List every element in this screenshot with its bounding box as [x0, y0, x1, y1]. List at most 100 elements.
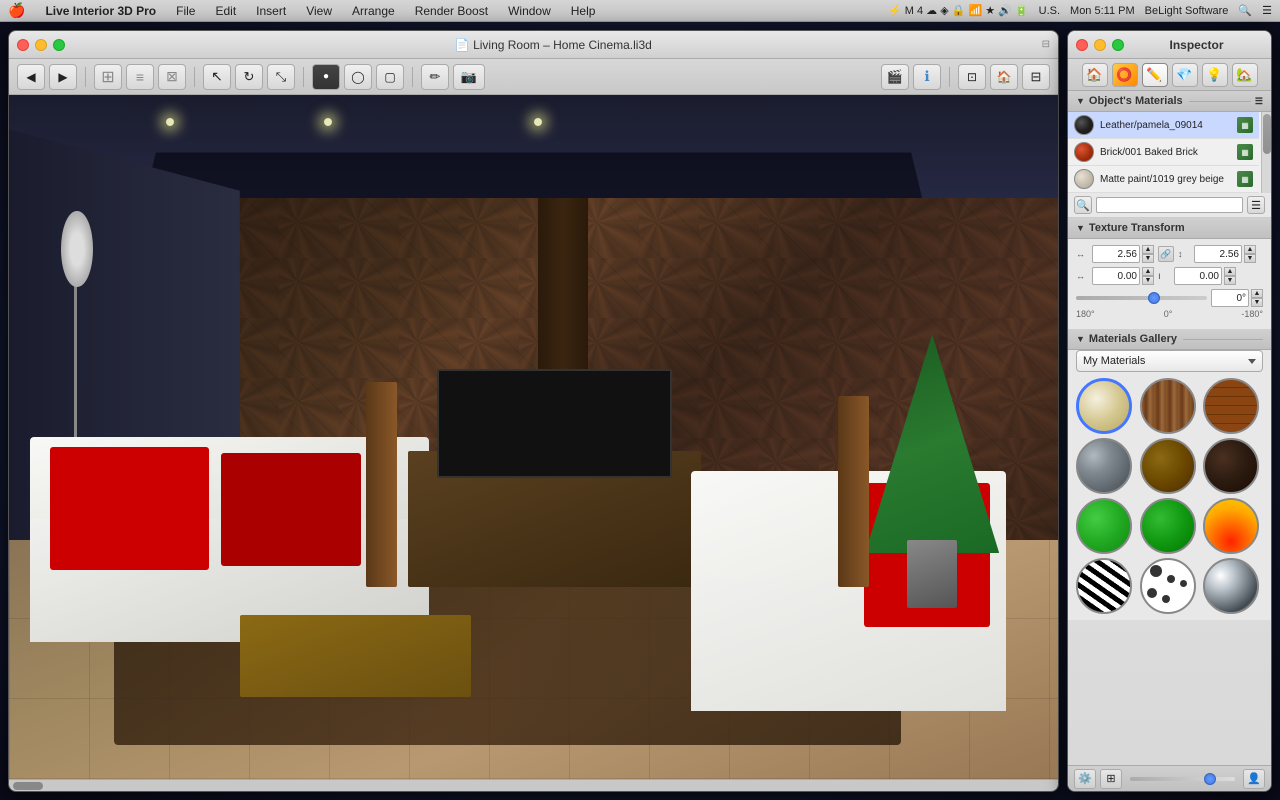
- scale-y-up[interactable]: ▲: [1244, 245, 1256, 254]
- material-search-input[interactable]: [1096, 197, 1243, 213]
- tab-object[interactable]: 🏠: [1082, 63, 1108, 87]
- menu-help[interactable]: Help: [567, 4, 600, 18]
- scale-y-stepper[interactable]: ▲ ▼: [1244, 245, 1256, 263]
- inspector-minimize[interactable]: [1094, 39, 1106, 51]
- swatch-chrome[interactable]: [1203, 558, 1259, 614]
- coffee-table: [240, 615, 471, 697]
- select-tool[interactable]: ↖: [203, 64, 231, 90]
- section-options-icon[interactable]: ☰: [1255, 96, 1263, 107]
- search-material-button[interactable]: 🔍: [1074, 196, 1092, 214]
- swatch-brown[interactable]: [1140, 438, 1196, 494]
- forward-button[interactable]: ▶: [49, 64, 77, 90]
- gallery-section-header[interactable]: ▼ Materials Gallery: [1068, 329, 1271, 350]
- grid-button[interactable]: ⊞: [1100, 769, 1122, 789]
- minimize-button[interactable]: [35, 39, 47, 51]
- home-view-button[interactable]: 🏠: [990, 64, 1018, 90]
- menu-insert[interactable]: Insert: [252, 4, 290, 18]
- menu-window[interactable]: Window: [504, 4, 555, 18]
- swatch-metal[interactable]: [1076, 438, 1132, 494]
- swatch-darkbrown[interactable]: [1203, 438, 1259, 494]
- settings-button[interactable]: ⚙️: [1074, 769, 1096, 789]
- draw-tool[interactable]: ✏: [421, 64, 449, 90]
- scale-x-up[interactable]: ▲: [1142, 245, 1154, 254]
- swatch-spots[interactable]: [1140, 558, 1196, 614]
- rotation-down[interactable]: ▼: [1251, 298, 1263, 307]
- move-tool[interactable]: ⤡: [267, 64, 295, 90]
- rotation-slider[interactable]: [1076, 296, 1207, 300]
- plan-view-button[interactable]: ⊞: [94, 64, 122, 90]
- camera-tool[interactable]: 📷: [453, 64, 485, 90]
- swatch-green1[interactable]: [1076, 498, 1132, 554]
- swatch-zebra[interactable]: [1076, 558, 1132, 614]
- info-button[interactable]: ℹ: [913, 64, 941, 90]
- gallery-dropdown[interactable]: My Materials: [1076, 350, 1263, 372]
- materials-scrollbar[interactable]: [1261, 112, 1271, 193]
- walls-2d-button[interactable]: ⊡: [958, 64, 986, 90]
- texture-transform-section: ↔ ▲ ▼ 🔗 ↕ ▲ ▼ ↔: [1068, 239, 1271, 329]
- scale-y-down[interactable]: ▼: [1244, 254, 1256, 263]
- offset-y-up[interactable]: ▲: [1224, 267, 1236, 276]
- offset-x-up[interactable]: ▲: [1142, 267, 1154, 276]
- menu-arrange[interactable]: Arrange: [348, 4, 399, 18]
- tab-material-sphere[interactable]: ⭕: [1112, 63, 1138, 87]
- chain-link[interactable]: 🔗: [1158, 246, 1174, 262]
- close-button[interactable]: [17, 39, 29, 51]
- menu-file[interactable]: File: [172, 4, 199, 18]
- material-item-brick[interactable]: Brick/001 Baked Brick ▦: [1068, 139, 1259, 166]
- scale-x-input[interactable]: [1092, 245, 1140, 263]
- tab-light[interactable]: 💡: [1202, 63, 1228, 87]
- circle-tool[interactable]: ◯: [344, 64, 372, 90]
- render-button[interactable]: 🎬: [881, 64, 909, 90]
- transform-tool[interactable]: ↻: [235, 64, 263, 90]
- back-button[interactable]: ◀: [17, 64, 45, 90]
- inspector-close[interactable]: [1076, 39, 1088, 51]
- square-tool[interactable]: ▢: [376, 64, 404, 90]
- zoom-button[interactable]: [53, 39, 65, 51]
- scale-x-down[interactable]: ▼: [1142, 254, 1154, 263]
- offset-y-down[interactable]: ▼: [1224, 276, 1236, 285]
- tab-texture[interactable]: 💎: [1172, 63, 1198, 87]
- offset-x-input[interactable]: [1092, 267, 1140, 285]
- viewport-scrollbar[interactable]: [9, 779, 1058, 791]
- rotation-stepper[interactable]: ▲ ▼: [1251, 289, 1263, 307]
- materials-section-header[interactable]: ▼ Object's Materials ☰: [1068, 91, 1271, 112]
- elevation-view-button[interactable]: ≡: [126, 64, 154, 90]
- offset-y-stepper[interactable]: ▲ ▼: [1224, 267, 1236, 285]
- inspector-panel: Inspector 🏠 ⭕ ✏️ 💎 💡 🏡 ▼ Object's Materi…: [1067, 30, 1272, 792]
- apple-menu[interactable]: 🍎: [8, 2, 25, 19]
- rotation-input[interactable]: [1211, 289, 1249, 307]
- menubar-menu-icon[interactable]: ☰: [1262, 4, 1272, 17]
- offset-y-input[interactable]: [1174, 267, 1222, 285]
- inspector-zoom[interactable]: [1112, 39, 1124, 51]
- material-item-paint[interactable]: Matte paint/1019 grey beige ▦: [1068, 166, 1259, 193]
- swatch-brick[interactable]: [1203, 378, 1259, 434]
- size-slider[interactable]: [1130, 777, 1235, 781]
- material-item-leather[interactable]: Leather/pamela_09014 ▦: [1068, 112, 1259, 139]
- menu-appname[interactable]: Live Interior 3D Pro: [41, 4, 160, 18]
- swatch-wood1[interactable]: [1140, 378, 1196, 434]
- point-tool[interactable]: ●: [312, 64, 340, 90]
- menubar-locale: U.S.: [1039, 5, 1060, 17]
- scale-x-stepper[interactable]: ▲ ▼: [1142, 245, 1154, 263]
- menu-renderboost[interactable]: Render Boost: [411, 4, 492, 18]
- menu-edit[interactable]: Edit: [211, 4, 240, 18]
- list-view-button[interactable]: 👤: [1243, 769, 1265, 789]
- menu-view[interactable]: View: [302, 4, 336, 18]
- rotation-thumb: [1148, 292, 1160, 304]
- menubar-search-icon[interactable]: 🔍: [1238, 4, 1252, 17]
- texture-section-header[interactable]: ▼ Texture Transform: [1068, 218, 1271, 239]
- 3d-scene[interactable]: [9, 95, 1058, 779]
- rotation-up[interactable]: ▲: [1251, 289, 1263, 298]
- options-button[interactable]: ☰: [1247, 196, 1265, 214]
- swatch-fire[interactable]: [1203, 498, 1259, 554]
- tab-edit[interactable]: ✏️: [1142, 63, 1168, 87]
- tab-scene[interactable]: 🏡: [1232, 63, 1258, 87]
- window-3d-button[interactable]: ⊟: [1022, 64, 1050, 90]
- window-resize-icon[interactable]: ⊟: [1042, 39, 1050, 50]
- swatch-cream[interactable]: [1076, 378, 1132, 434]
- overview-button[interactable]: ⊠: [158, 64, 186, 90]
- swatch-green2[interactable]: [1140, 498, 1196, 554]
- scale-y-input[interactable]: [1194, 245, 1242, 263]
- offset-x-down[interactable]: ▼: [1142, 276, 1154, 285]
- offset-x-stepper[interactable]: ▲ ▼: [1142, 267, 1154, 285]
